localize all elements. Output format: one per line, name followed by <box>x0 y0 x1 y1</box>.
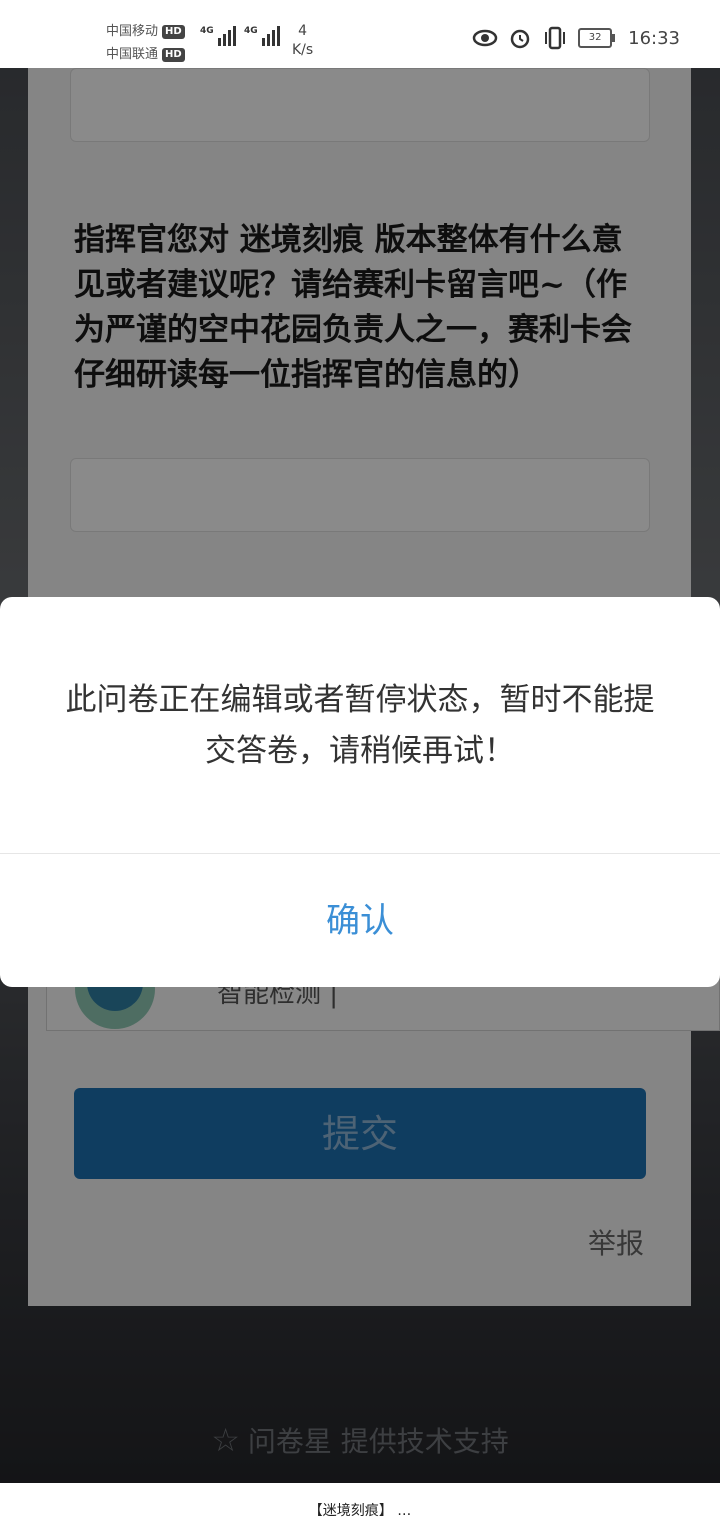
hd-badge: HD <box>162 24 185 39</box>
vibrate-icon <box>545 26 566 50</box>
eye-icon <box>472 29 498 47</box>
alert-dialog: 此问卷正在编辑或者暂停状态，暂时不能提交答卷，请稍候再试！ 确认 <box>0 597 720 987</box>
status-bar: 中国移动 HD 中国联通 HD 4G 4G 4 K/s 32 16:33 <box>0 0 720 68</box>
alarm-icon <box>510 29 530 49</box>
bottom-title-bar: 【迷境刻痕】 … <box>0 1483 720 1540</box>
carrier-2: 中国联通 <box>106 47 159 62</box>
battery-icon: 32 <box>578 28 616 48</box>
clock: 16:33 <box>628 27 680 49</box>
page-title: 【迷境刻痕】 … <box>308 1503 412 1519</box>
confirm-button[interactable]: 确认 <box>0 854 720 987</box>
dialog-message: 此问卷正在编辑或者暂停状态，暂时不能提交答卷，请稍候再试！ <box>65 682 655 769</box>
carrier-info: 中国移动 HD 中国联通 HD <box>106 20 185 66</box>
signal-icon: 4G <box>244 26 280 46</box>
carrier-1: 中国移动 <box>106 24 159 39</box>
signal-icon: 4G <box>200 26 236 46</box>
network-speed: 4 K/s <box>292 23 314 58</box>
hd-badge: HD <box>162 47 185 62</box>
